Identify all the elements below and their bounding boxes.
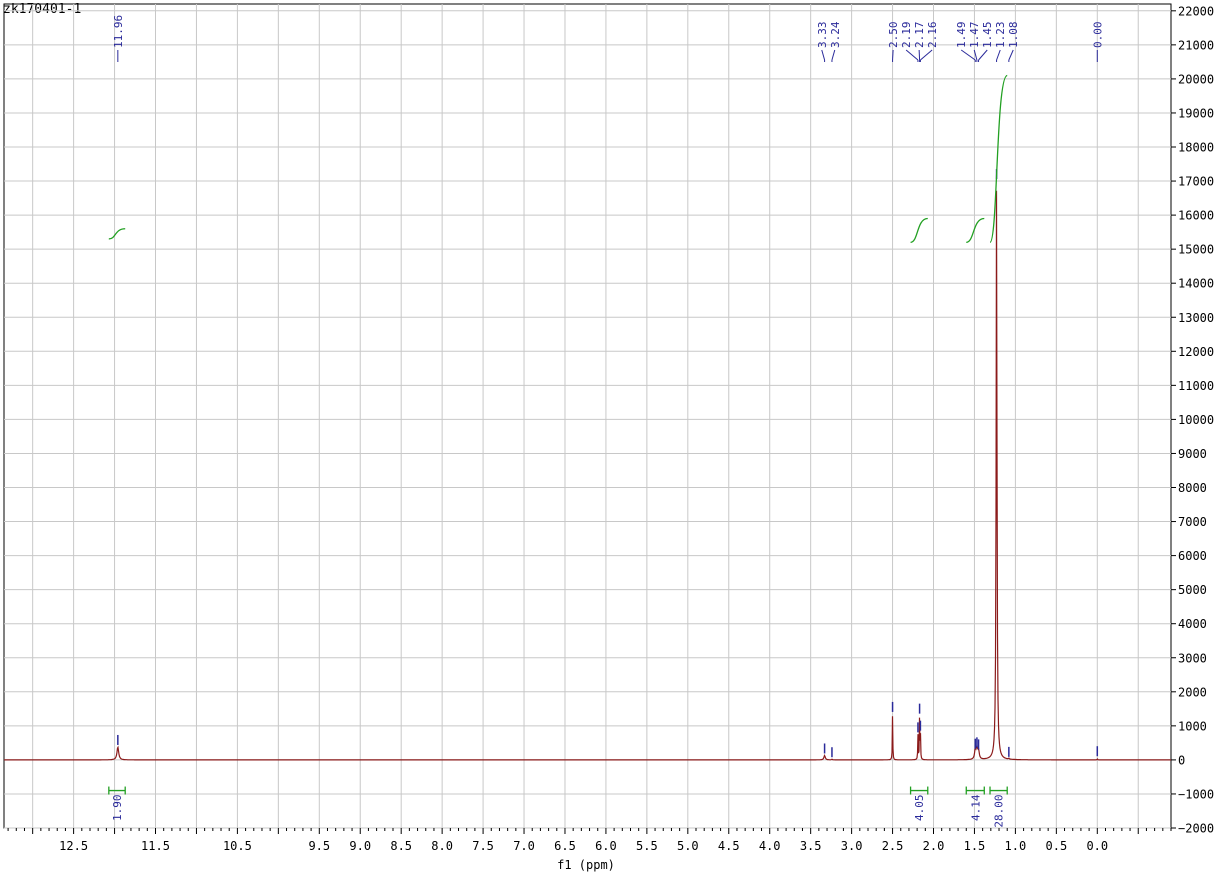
x-tick-label: 0.5	[1046, 839, 1068, 853]
x-tick-label: 8.5	[390, 839, 412, 853]
y-tick-label: −2000	[1178, 822, 1214, 836]
peak-label-leader	[960, 49, 976, 61]
x-tick-label: 6.5	[554, 839, 576, 853]
integral-curve	[108, 228, 126, 240]
y-tick-label: 10000	[1178, 413, 1214, 427]
y-tick-label: 21000	[1178, 38, 1214, 52]
y-tick-label: 5000	[1178, 583, 1207, 597]
peak-label: 2.16	[926, 22, 939, 49]
y-tick-label: 7000	[1178, 515, 1207, 529]
peak-label-leader	[821, 49, 826, 61]
x-tick-label: 1.5	[964, 839, 986, 853]
integral-curve	[966, 217, 985, 243]
y-tick-label: 16000	[1178, 209, 1214, 223]
peak-label-text: 1.45	[981, 22, 994, 49]
x-tick-label: 7.0	[513, 839, 535, 853]
y-tick-label: 8000	[1178, 481, 1207, 495]
integral-value-text: 4.14	[969, 794, 982, 821]
peak-label: 2.50	[887, 22, 900, 49]
integral-value: 4.05	[913, 795, 926, 822]
peak-label: 2.17	[913, 22, 926, 49]
x-tick-label: 3.0	[841, 839, 863, 853]
y-tick-label: 6000	[1178, 549, 1207, 563]
y-tick-label: 0	[1178, 753, 1185, 767]
integral-value: 28.00	[993, 795, 1006, 828]
y-tick-label: 1000	[1178, 719, 1207, 733]
peak-label: 11.96	[112, 15, 125, 48]
x-tick-label: 9.0	[349, 839, 371, 853]
y-tick-label: 18000	[1178, 141, 1214, 155]
peak-label-text: 3.24	[829, 21, 842, 48]
peak-label-text: 2.17	[913, 22, 926, 49]
peak-label-leader	[996, 49, 1001, 61]
x-tick-label: 4.0	[759, 839, 781, 853]
peak-label-leader	[920, 49, 933, 61]
integral-curve	[910, 217, 928, 243]
y-tick-label: 2000	[1178, 685, 1207, 699]
peak-label-leader	[978, 49, 988, 61]
x-tick-label: 1.0	[1005, 839, 1027, 853]
x-tick-label: 10.5	[223, 839, 252, 853]
x-tick-label: 8.0	[431, 839, 453, 853]
integral-value-text: 4.05	[913, 795, 926, 822]
peak-label-text: 0.00	[1091, 22, 1104, 49]
peak-label: 2.19	[900, 22, 913, 49]
y-tick-label: 11000	[1178, 379, 1214, 393]
y-tick-label: 9000	[1178, 447, 1207, 461]
peak-label-text: 1.23	[994, 22, 1007, 49]
peak-label-text: 3.33	[816, 22, 829, 49]
spectrum-trace	[4, 190, 1171, 761]
peak-label: 3.33	[816, 22, 829, 49]
y-tick-label: 19000	[1178, 106, 1214, 120]
y-tick-label: 14000	[1178, 277, 1214, 291]
y-tick-label: 20000	[1178, 72, 1214, 86]
peak-label-leader	[892, 49, 894, 61]
x-tick-label: 6.0	[595, 839, 617, 853]
x-tick-label: 3.5	[800, 839, 822, 853]
peak-label-leader	[905, 49, 919, 61]
peak-label: 0.00	[1091, 22, 1104, 49]
x-tick-label: 2.5	[882, 839, 904, 853]
peak-label-text: 2.19	[900, 22, 913, 49]
y-tick-label: 3000	[1178, 651, 1207, 665]
peak-label-text: 1.47	[968, 22, 981, 49]
x-tick-label: 4.5	[718, 839, 740, 853]
peak-label-text: 11.96	[112, 15, 125, 48]
nmr-spectrum-chart: 2200021000200001900018000170001600015000…	[3, 3, 1214, 853]
integral-value-text: 1.90	[111, 795, 124, 822]
integral-curve	[989, 74, 1008, 243]
peak-label-text: 1.08	[1007, 22, 1020, 49]
peak-label: 1.08	[1007, 22, 1020, 49]
x-tick-label: 9.5	[308, 839, 330, 853]
y-tick-label: 15000	[1178, 243, 1214, 257]
x-tick-label: 0.0	[1086, 839, 1108, 853]
peak-label: 1.23	[994, 22, 1007, 49]
integral-value: 4.14	[969, 794, 982, 821]
y-tick-label: 13000	[1178, 311, 1214, 325]
y-tick-label: 4000	[1178, 617, 1207, 631]
y-tick-label: −1000	[1178, 787, 1214, 801]
y-tick-label: 17000	[1178, 175, 1214, 189]
x-axis-label: f1 (ppm)	[557, 858, 615, 872]
x-tick-label: 5.5	[636, 839, 658, 853]
peak-label-text: 2.16	[926, 22, 939, 49]
x-tick-label: 12.5	[59, 839, 88, 853]
peak-label-text: 2.50	[887, 22, 900, 49]
x-tick-label: 11.5	[141, 839, 170, 853]
y-tick-label: 12000	[1178, 345, 1214, 359]
integral-value: 1.90	[111, 795, 124, 822]
x-tick-label: 2.0	[923, 839, 945, 853]
x-tick-label: 5.0	[677, 839, 699, 853]
peak-label-leader	[1008, 49, 1014, 61]
peak-label-text: 1.49	[955, 22, 968, 49]
y-tick-label: 22000	[1178, 4, 1214, 18]
peak-label-leader	[831, 49, 836, 61]
peak-label: 1.45	[981, 22, 994, 49]
peak-label: 1.49	[955, 22, 968, 49]
peak-label: 3.24	[829, 21, 842, 48]
integral-value-text: 28.00	[993, 795, 1006, 828]
x-tick-label: 7.5	[472, 839, 494, 853]
peak-label: 1.47	[968, 22, 981, 49]
